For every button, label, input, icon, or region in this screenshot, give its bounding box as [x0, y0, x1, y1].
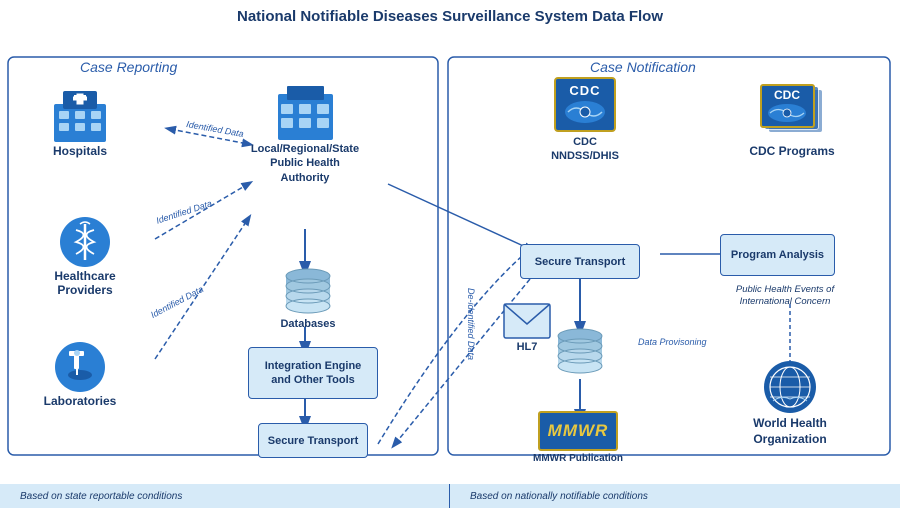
secure-transport-right-box: Secure Transport	[520, 244, 640, 279]
case-reporting-label: Case Reporting	[80, 59, 177, 75]
healthcare-providers-block: HealthcareProviders	[20, 214, 150, 298]
integration-engine-label: Integration Engineand Other Tools	[261, 355, 366, 392]
healthcare-providers-label: HealthcareProviders	[54, 269, 115, 298]
lab-icon	[51, 339, 109, 394]
secure-transport-left-box: Secure Transport	[258, 423, 368, 458]
cdc-programs-block: CDC CDC Programs	[722, 84, 862, 158]
identified-data-label-2: Identified Data	[155, 198, 213, 225]
data-provisoning-label: Data Provisoning	[638, 337, 707, 347]
laboratories-label: Laboratories	[44, 394, 117, 408]
footer-left: Based on state reportable conditions	[0, 484, 450, 508]
case-notification-label: Case Notification	[590, 59, 696, 75]
mmwr-logo: MMWR	[538, 411, 618, 451]
cdc-nndss-logo: CDC	[554, 77, 616, 132]
local-authority-label: Local/Regional/StatePublic HealthAuthori…	[251, 142, 359, 185]
who-icon	[761, 359, 819, 414]
cdc-programs-logo: CDC	[760, 84, 825, 139]
health-authority-icon	[273, 84, 338, 142]
hospitals-block: Hospitals	[20, 89, 140, 158]
mmwr-block: MMWR MMWR Publication	[513, 411, 643, 464]
cdc-database-icon	[553, 324, 608, 376]
secure-transport-right-label: Secure Transport	[535, 256, 625, 268]
who-label: World HealthOrganization	[753, 416, 827, 447]
cdc-nndss-label: CDCNNDSS/DHIS	[551, 135, 619, 164]
healthcare-icon	[56, 214, 114, 269]
de-identified-label: De-identified Data	[466, 288, 476, 360]
databases-icon	[281, 264, 336, 316]
program-analysis-label: Program Analysis	[731, 249, 824, 261]
integration-engine-box: Integration Engineand Other Tools	[248, 347, 378, 399]
cdc-programs-label: CDC Programs	[749, 144, 834, 158]
main-title: National Notifiable Diseases Surveillanc…	[0, 0, 900, 29]
databases-label: Databases	[280, 318, 335, 330]
hospitals-label: Hospitals	[53, 144, 107, 158]
hl7-icon	[502, 299, 552, 341]
cdc-database-block	[548, 324, 613, 376]
program-analysis-box: Program Analysis	[720, 234, 835, 276]
databases-block: Databases	[268, 264, 348, 330]
local-authority-block: Local/Regional/StatePublic HealthAuthori…	[230, 84, 380, 185]
mmwr-label: MMWR Publication	[533, 453, 623, 464]
who-block: World HealthOrganization	[730, 359, 850, 447]
laboratories-block: Laboratories	[20, 339, 140, 408]
hl7-label: HL7	[517, 341, 538, 353]
footer-right: Based on nationally notifiable condition…	[450, 484, 900, 508]
hospital-icon	[49, 89, 111, 144]
cdc-nndss-block: CDC CDCNNDSS/DHIS	[530, 77, 640, 164]
public-health-events: Public Health Events of International Co…	[715, 284, 855, 309]
identified-data-label-3: Identified Data	[149, 284, 205, 320]
secure-transport-left-label: Secure Transport	[268, 435, 358, 447]
